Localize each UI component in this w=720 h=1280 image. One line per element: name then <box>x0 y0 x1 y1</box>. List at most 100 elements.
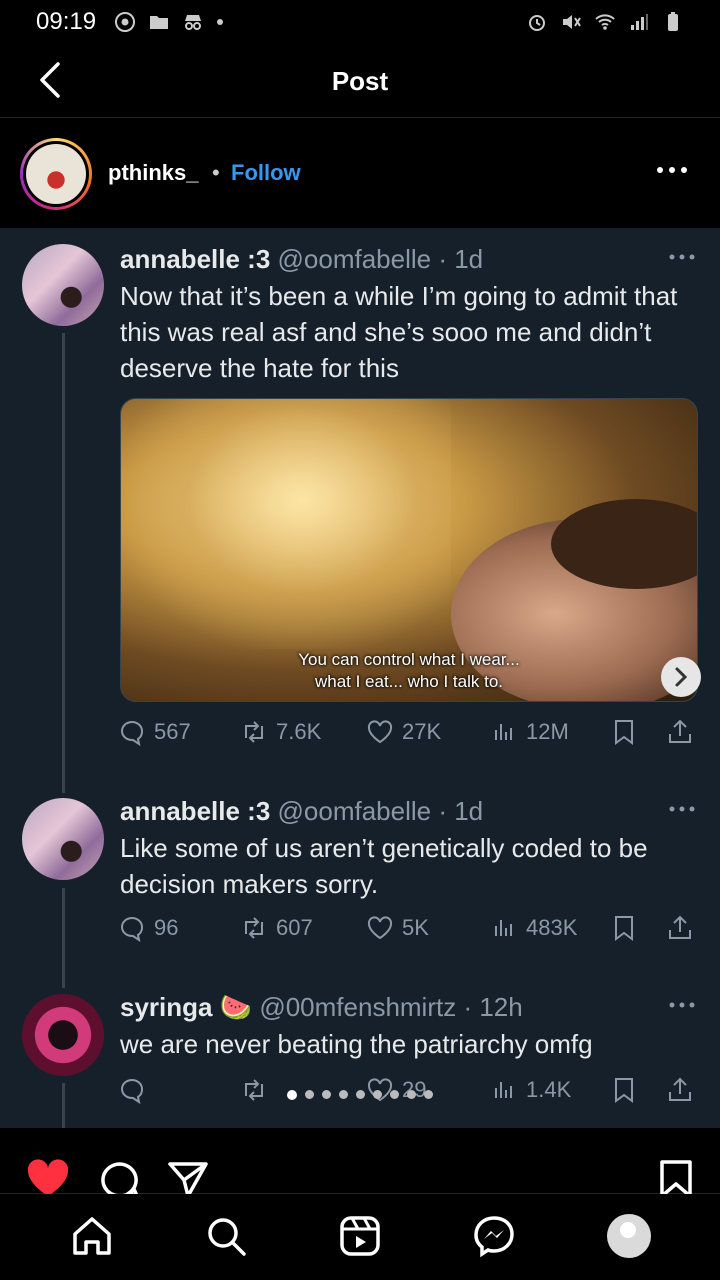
carousel-dot <box>390 1090 399 1099</box>
tweet-text: we are never beating the patriarchy omfg <box>120 1029 593 1059</box>
reply-action: 96 <box>118 914 178 942</box>
carousel-next-icon[interactable] <box>660 656 702 698</box>
tweet-header: syringa 🍉 @00mfenshmirtz · 12h <box>120 992 523 1023</box>
share-upload-icon <box>669 915 691 939</box>
alarm-icon <box>529 15 545 31</box>
comment-icon <box>121 916 143 942</box>
heart-outline-icon <box>367 720 393 744</box>
search-icon[interactable] <box>204 1214 248 1258</box>
tweet-actions: 567 7.6K 27K 12M <box>118 718 698 754</box>
status-left-icons <box>114 11 224 33</box>
tweet-more-icon <box>669 1002 695 1008</box>
post-author-row: pthinks_ • Follow <box>0 120 720 226</box>
tweet-header: annabelle :3 @oomfabelle · 1d <box>120 796 483 827</box>
status-right-icons <box>526 11 684 33</box>
carousel-dot <box>287 1090 297 1100</box>
like-count: 5K <box>402 915 429 940</box>
views-icon <box>495 724 512 740</box>
view-count: 483K <box>526 915 578 940</box>
reply-count: 567 <box>154 719 191 744</box>
tweet-avatar <box>22 244 104 326</box>
media-highlight <box>121 399 451 649</box>
tweet-author-name: syringa 🍉 <box>120 992 253 1022</box>
share-upload-icon <box>669 719 691 743</box>
retweet-action: 607 <box>240 914 313 942</box>
retweet-count: 607 <box>276 915 313 940</box>
mute-icon <box>563 15 581 29</box>
carousel-dot <box>322 1090 331 1099</box>
more-horizontal-icon[interactable] <box>654 158 690 182</box>
status-bar: 09:19 <box>0 0 720 44</box>
tweet-handle-time: @oomfabelle · 1d <box>277 796 484 826</box>
separator-dot: • <box>212 160 220 185</box>
battery-icon <box>668 12 678 31</box>
carousel-dot <box>407 1090 416 1099</box>
tweet-author-name: annabelle :3 <box>120 796 271 826</box>
tweet-handle-time: @00mfenshmirtz · 12h <box>259 992 523 1022</box>
tweet-handle-time: @oomfabelle · 1d <box>277 244 484 274</box>
thread-line <box>62 333 65 793</box>
media-subtitle-line: You can control what I wear... <box>298 650 520 669</box>
avatar-image <box>26 144 86 204</box>
notification-dot-icon <box>217 19 224 25</box>
post-image[interactable]: annabelle :3 @oomfabelle · 1d Now that i… <box>0 228 720 1128</box>
comment-icon[interactable] <box>98 1158 142 1198</box>
tweet-more-icon <box>669 806 695 812</box>
tweet-more-icon <box>669 254 695 260</box>
tweet-avatar <box>22 994 104 1076</box>
carousel-indicator <box>0 1090 720 1100</box>
reply-action: 567 <box>118 718 191 746</box>
carousel-dot <box>305 1090 314 1099</box>
bottom-navigation <box>0 1194 720 1280</box>
carousel-dot <box>356 1090 365 1099</box>
reply-count: 96 <box>154 915 179 940</box>
tweet-avatar <box>22 798 104 880</box>
carousel-dot <box>339 1090 348 1099</box>
tweet-text: Like some of us aren’t genetically coded… <box>120 833 648 899</box>
messenger-icon[interactable] <box>472 1214 516 1258</box>
like-action: 27K <box>366 718 441 746</box>
follow-button[interactable]: Follow <box>231 160 301 186</box>
media-subtitle: You can control what I wear... what I ea… <box>121 649 697 693</box>
home-icon[interactable] <box>70 1214 114 1258</box>
post-header: Post <box>0 44 720 118</box>
bookmark-icon[interactable] <box>654 1158 698 1198</box>
post-action-bar <box>0 1128 720 1198</box>
retweet-action: 7.6K <box>240 718 321 746</box>
comment-icon <box>121 720 143 746</box>
views-action: 483K <box>490 914 577 942</box>
author-username[interactable]: pthinks_ <box>108 160 198 186</box>
tweet-media: You can control what I wear... what I ea… <box>120 398 698 702</box>
tweet-text: Now that it’s been a while I’m going to … <box>120 281 678 383</box>
bookmark-outline-icon <box>615 916 633 941</box>
avatar-inner <box>23 141 89 207</box>
heart-icon[interactable] <box>26 1158 70 1198</box>
share-icon[interactable] <box>166 1158 210 1198</box>
page-title: Post <box>331 66 389 96</box>
like-action: 5K <box>366 914 429 942</box>
view-count: 12M <box>526 719 569 744</box>
status-time: 09:19 <box>36 8 97 35</box>
tweet-header: annabelle :3 @oomfabelle · 1d <box>120 244 483 275</box>
tweet-actions: 96 607 5K 483K <box>118 914 698 950</box>
wifi-icon <box>595 14 615 30</box>
reels-icon[interactable] <box>338 1214 382 1258</box>
retweet-count: 7.6K <box>276 719 322 744</box>
bookmark-outline-icon <box>615 720 633 745</box>
carousel-dot <box>373 1090 382 1099</box>
retweet-icon <box>245 917 263 939</box>
like-count: 27K <box>402 719 442 744</box>
carousel-dot <box>424 1090 433 1099</box>
incognito-icon <box>185 15 202 30</box>
thread-line <box>62 888 65 988</box>
profile-avatar[interactable] <box>607 1214 651 1258</box>
chrome-icon <box>115 12 136 32</box>
retweet-icon <box>245 721 263 743</box>
avatar[interactable] <box>20 138 92 210</box>
views-action: 12M <box>490 718 569 746</box>
views-icon <box>495 920 512 936</box>
folder-icon <box>150 16 169 29</box>
tweet-author-name: annabelle :3 <box>120 244 271 274</box>
media-subtitle-line: what I eat... who I talk to. <box>314 672 504 691</box>
signal-icon <box>631 14 648 30</box>
